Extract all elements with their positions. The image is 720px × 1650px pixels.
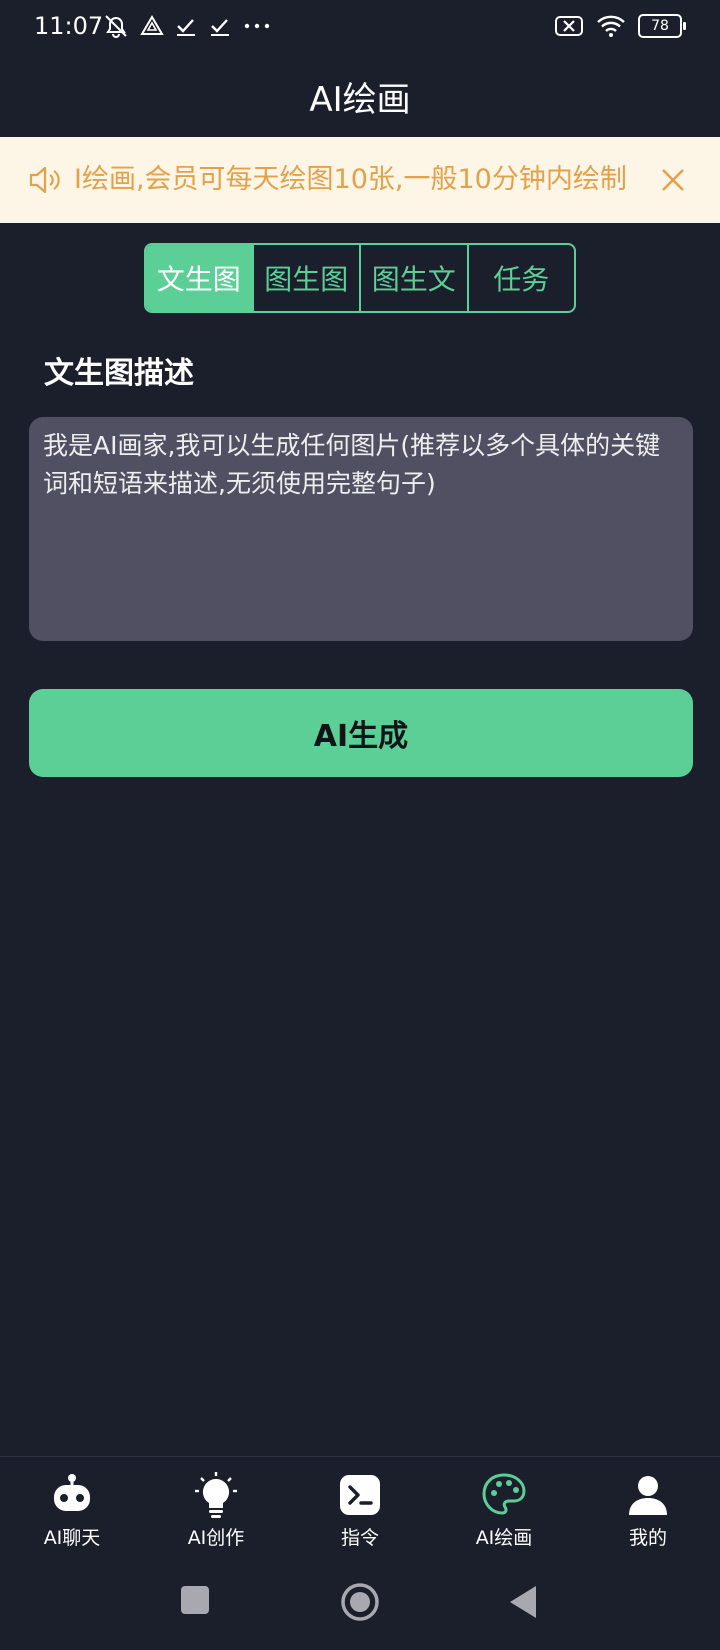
tab-tasks[interactable]: 任务 (466, 245, 575, 311)
drive-icon (140, 15, 164, 35)
close-icon[interactable] (658, 165, 688, 195)
tab-image-to-text[interactable]: 图生文 (359, 245, 467, 311)
palette-icon (482, 1473, 526, 1515)
terminal-icon (340, 1475, 380, 1515)
check-icon (211, 19, 229, 36)
wifi-icon (597, 15, 625, 37)
status-icons-left (102, 12, 272, 40)
system-nav-bar (0, 1560, 720, 1650)
bottom-nav: AI聊天 AI创作 指令 AI绘画 我的 (0, 1456, 720, 1557)
notice-text: I绘画,会员可每天绘图10张,一般10分钟内绘制 (74, 164, 627, 195)
nav-item-profile[interactable]: 我的 (576, 1457, 720, 1557)
status-icons-right: 78 (554, 14, 686, 38)
bell-off-icon (105, 15, 127, 38)
nav-item-commands[interactable]: 指令 (288, 1457, 432, 1557)
check-icon (177, 19, 195, 36)
generate-button-label: AI生成 (313, 719, 409, 754)
more-dots-icon (244, 23, 270, 29)
status-bar: 11:07 78 (0, 0, 720, 56)
nav-label: AI创作 (187, 1527, 245, 1549)
mode-tabs: 文生图 图生图 图生文 任务 (144, 243, 576, 313)
tab-image-to-image[interactable]: 图生图 (251, 245, 360, 311)
nav-item-ai-create[interactable]: AI创作 (144, 1457, 288, 1557)
prompt-input[interactable]: 我是AI画家,我可以生成任何图片(推荐以多个具体的关键词和短语来描述,无须使用完… (29, 417, 693, 641)
prompt-placeholder: 我是AI画家,我可以生成任何图片(推荐以多个具体的关键词和短语来描述,无须使用完… (43, 431, 661, 498)
speaker-icon (29, 166, 60, 194)
status-time: 11:07 (34, 12, 104, 40)
nav-item-ai-chat[interactable]: AI聊天 (0, 1457, 144, 1557)
lightbulb-icon (195, 1472, 237, 1518)
nav-item-ai-painting[interactable]: AI绘画 (432, 1457, 576, 1557)
sim-off-icon (555, 16, 583, 36)
generate-button[interactable]: AI生成 (29, 689, 693, 777)
user-icon (629, 1476, 667, 1515)
back-icon[interactable] (508, 1585, 538, 1619)
home-icon[interactable] (340, 1582, 380, 1622)
section-title: 文生图描述 (44, 356, 194, 391)
robot-icon (54, 1474, 90, 1511)
page-title: AI绘画 (309, 79, 411, 120)
nav-label: 指令 (340, 1527, 379, 1549)
nav-label: AI绘画 (475, 1527, 533, 1549)
notice-banner: I绘画,会员可每天绘图10张,一般10分钟内绘制 (0, 137, 720, 223)
battery-indicator: 78 (638, 14, 686, 38)
header: AI绘画 (0, 56, 720, 136)
app-screen: 11:07 78 AI绘画 I绘画,会员可每天绘图10张,一般10分钟内绘制 文… (0, 0, 720, 1650)
nav-label: AI聊天 (43, 1527, 101, 1549)
recent-apps-icon[interactable] (180, 1585, 210, 1615)
nav-label: 我的 (628, 1527, 667, 1549)
tab-text-to-image[interactable]: 文生图 (146, 245, 252, 311)
